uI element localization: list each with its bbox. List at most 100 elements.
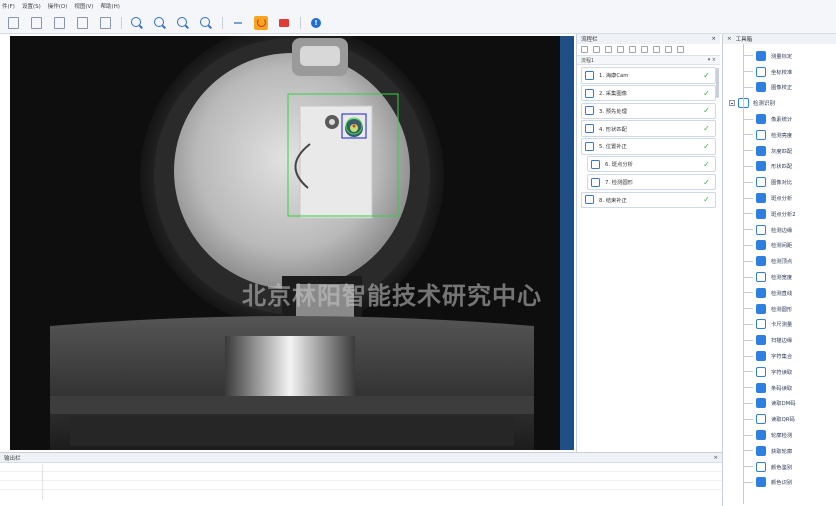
tool-icon <box>756 382 766 393</box>
tool-icon <box>756 66 766 77</box>
tool-item[interactable]: 测量标定 <box>723 48 836 64</box>
tool-label: 检测间距 <box>771 243 793 250</box>
flow-tab[interactable]: 流程1 <box>581 57 594 64</box>
tool-item[interactable]: 形状匹配 <box>723 159 836 175</box>
tool-item[interactable]: 检测圆形 <box>723 301 836 317</box>
tool-item[interactable]: 获取轮廓 <box>723 443 836 459</box>
tool-item[interactable]: 坐标校准 <box>723 64 836 80</box>
tool-label: 像素统计 <box>771 117 793 124</box>
tool-item[interactable]: 颜色鉴别 <box>723 459 836 475</box>
check-icon: ✓ <box>703 88 710 98</box>
open-folder-icon[interactable] <box>29 16 43 30</box>
tool-item[interactable]: 灰度匹配 <box>723 143 836 159</box>
flow-tool-icon[interactable] <box>617 46 624 53</box>
tool-label: 卡尺测量 <box>771 322 793 329</box>
tool-label: 颜色识别 <box>771 480 793 487</box>
menu-settings[interactable]: 设置(S) <box>22 2 41 10</box>
flow-step[interactable]: 8. 结束补正 ✓ <box>581 191 716 209</box>
image-viewport[interactable]: 北京林阳智能技术研究中心 <box>10 36 572 450</box>
tool-item[interactable]: 字符读取 <box>723 364 836 380</box>
output-close-icon[interactable]: × <box>713 455 718 461</box>
flow-step[interactable]: 5. 位置补正 ✓ <box>581 138 716 155</box>
tool-item[interactable]: 读取QR码 <box>723 411 836 427</box>
flow-tool-icon[interactable] <box>581 46 588 53</box>
flow-step[interactable]: 3. 预先处理 ✓ <box>581 102 716 120</box>
flow-step[interactable]: 4. 形状匹配 ✓ <box>581 120 716 137</box>
tool-item[interactable]: 像素统计 <box>723 111 836 127</box>
tool-icon <box>756 477 766 488</box>
tool-item[interactable]: 斑点分析 <box>723 190 836 206</box>
collapse-icon[interactable] <box>729 100 735 107</box>
menu-help[interactable]: 帮助(H) <box>100 2 119 10</box>
flow-step-label: 6. 斑点分析 <box>605 162 633 169</box>
flow-search-icon[interactable] <box>677 46 684 53</box>
tool-item[interactable]: 扫描边缘 <box>723 332 836 348</box>
tool-icon <box>756 287 766 298</box>
tool-item[interactable]: 卡尺测量 <box>723 317 836 333</box>
step-arrow-icon[interactable] <box>231 16 245 30</box>
tool-item[interactable]: 斑点分析2 <box>723 206 836 222</box>
camera-image <box>10 36 572 450</box>
tool-item[interactable]: 图像对比 <box>723 174 836 190</box>
toolbar-separator <box>121 16 122 29</box>
stop-icon[interactable] <box>277 16 291 30</box>
save-all-icon[interactable] <box>75 16 89 30</box>
tool-group-detect[interactable]: 检测识别 <box>723 95 836 111</box>
tool-icon <box>756 461 766 472</box>
flow-tab-pin-icon[interactable]: ▾ × <box>708 57 716 63</box>
tool-item[interactable]: 条码读取 <box>723 380 836 396</box>
menu-operate[interactable]: 操作(O) <box>48 2 68 10</box>
save-icon[interactable] <box>52 16 66 30</box>
flow-tool-icon[interactable] <box>653 46 660 53</box>
tool-icon <box>756 114 766 125</box>
flow-step-label: 3. 预先处理 <box>599 108 627 115</box>
zoom-fit-icon[interactable] <box>176 16 190 30</box>
flow-step-icon <box>591 177 600 187</box>
tool-item[interactable]: 检测间距 <box>723 238 836 254</box>
tool-item[interactable]: 颜色识别 <box>723 475 836 491</box>
flow-step-label: 4. 形状匹配 <box>599 126 627 133</box>
menu-view[interactable]: 视图(V) <box>74 2 93 10</box>
zoom-in-icon[interactable] <box>130 16 144 30</box>
tool-icon <box>756 272 766 283</box>
tool-item[interactable]: 检测直线 <box>723 285 836 301</box>
flow-step[interactable]: 2. 采集图像 ✓ <box>581 84 716 102</box>
toolbox-close-icon[interactable]: × <box>727 36 732 42</box>
flow-step-label: 7. 检测圆形 <box>605 180 633 187</box>
tool-label: 字符读取 <box>771 369 793 376</box>
menu-file[interactable]: 件(F) <box>2 2 15 10</box>
zoom-reset-icon[interactable] <box>199 16 213 30</box>
tool-item[interactable]: 字符集合 <box>723 348 836 364</box>
info-icon[interactable] <box>309 16 323 30</box>
tool-item[interactable]: 检测顶点 <box>723 253 836 269</box>
flow-close-icon[interactable]: × <box>711 36 716 42</box>
tool-label: 条码读取 <box>771 385 793 392</box>
tool-label: 检测直线 <box>771 290 793 297</box>
tool-item[interactable]: 图像校正 <box>723 80 836 96</box>
flow-step-label: 2. 采集图像 <box>599 91 627 98</box>
menu-bar: 件(F) 设置(S) 操作(O) 视图(V) 帮助(H) <box>0 0 836 12</box>
tool-item[interactable]: 检测宽度 <box>723 269 836 285</box>
tool-item[interactable]: 检测边缘 <box>723 222 836 238</box>
tool-item[interactable]: 读取DM码 <box>723 396 836 412</box>
flow-step[interactable]: 1. 海康Cam ✓ <box>581 67 716 84</box>
flow-step[interactable]: 6. 斑点分析 ✓ <box>587 155 716 173</box>
image-icon[interactable] <box>98 16 112 30</box>
tool-label: 图像校正 <box>771 85 793 92</box>
tool-label: 斑点分析2 <box>771 211 796 218</box>
tool-icon <box>756 430 766 441</box>
flow-tool-icon[interactable] <box>641 46 648 53</box>
flow-scrollbar[interactable] <box>716 68 719 98</box>
tool-icon <box>756 145 766 156</box>
flow-step-icon <box>585 141 594 151</box>
flow-tool-icon[interactable] <box>593 46 600 53</box>
tool-item[interactable]: 轮廓检测 <box>723 427 836 443</box>
flow-tool-icon[interactable] <box>629 46 636 53</box>
new-file-icon[interactable] <box>6 16 20 30</box>
flow-step[interactable]: 7. 检测圆形 ✓ <box>587 173 716 191</box>
tool-item[interactable]: 检测亮度 <box>723 127 836 143</box>
flow-tool-icon[interactable] <box>605 46 612 53</box>
flow-delete-icon[interactable] <box>665 46 672 53</box>
zoom-out-icon[interactable] <box>153 16 167 30</box>
run-loop-icon[interactable] <box>254 15 268 30</box>
